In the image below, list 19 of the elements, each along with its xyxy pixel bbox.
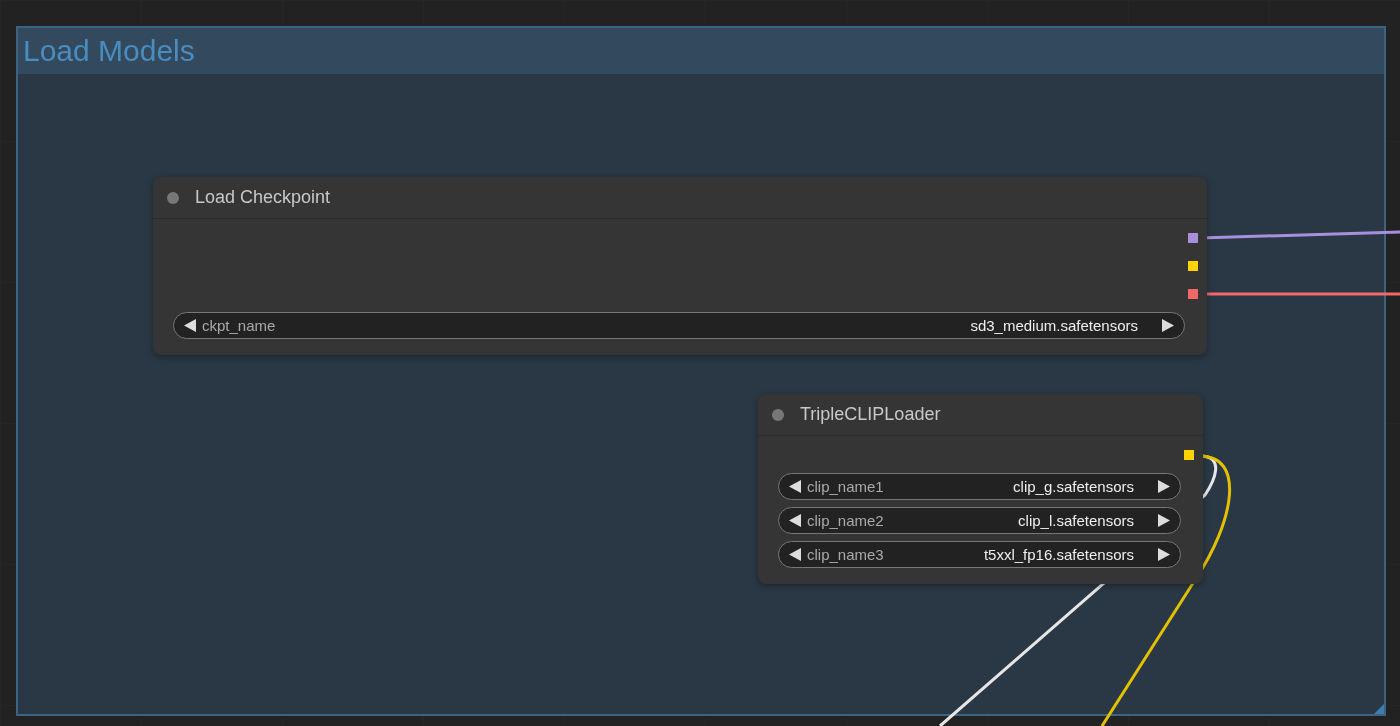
- right-arrow-icon[interactable]: [1158, 548, 1170, 561]
- combo-widget[interactable]: clip_name2 clip_l.safetensors: [778, 507, 1181, 534]
- node-card[interactable]: TripleCLIPLoader clip_name1 clip_g.safetensors clip_name2 clip_l.safetensors clip_name3 t5xxl_fp16.safetensors: [758, 394, 1203, 584]
- right-arrow-icon[interactable]: [1158, 514, 1170, 527]
- group-title: Load Models: [23, 34, 195, 68]
- combo-widget[interactable]: clip_name3 t5xxl_fp16.safetensors: [778, 541, 1181, 568]
- left-arrow-icon[interactable]: [184, 319, 196, 332]
- node-title: Load Checkpoint: [195, 187, 331, 208]
- combo-widget[interactable]: clip_name1 clip_g.safetensors: [778, 473, 1181, 500]
- node-title: TripleCLIPLoader: [800, 404, 941, 425]
- combo-widget[interactable]: ckpt_name sd3_medium.safetensors: [173, 312, 1185, 339]
- left-arrow-icon[interactable]: [789, 548, 801, 561]
- right-arrow-icon[interactable]: [1158, 480, 1170, 493]
- left-arrow-icon[interactable]: [789, 480, 801, 493]
- right-arrow-icon[interactable]: [1162, 319, 1174, 332]
- left-arrow-icon[interactable]: [789, 514, 801, 527]
- resize-handle-icon[interactable]: [1374, 704, 1384, 714]
- collapse-dot-icon[interactable]: [167, 191, 179, 204]
- collapse-dot-icon[interactable]: [772, 408, 784, 421]
